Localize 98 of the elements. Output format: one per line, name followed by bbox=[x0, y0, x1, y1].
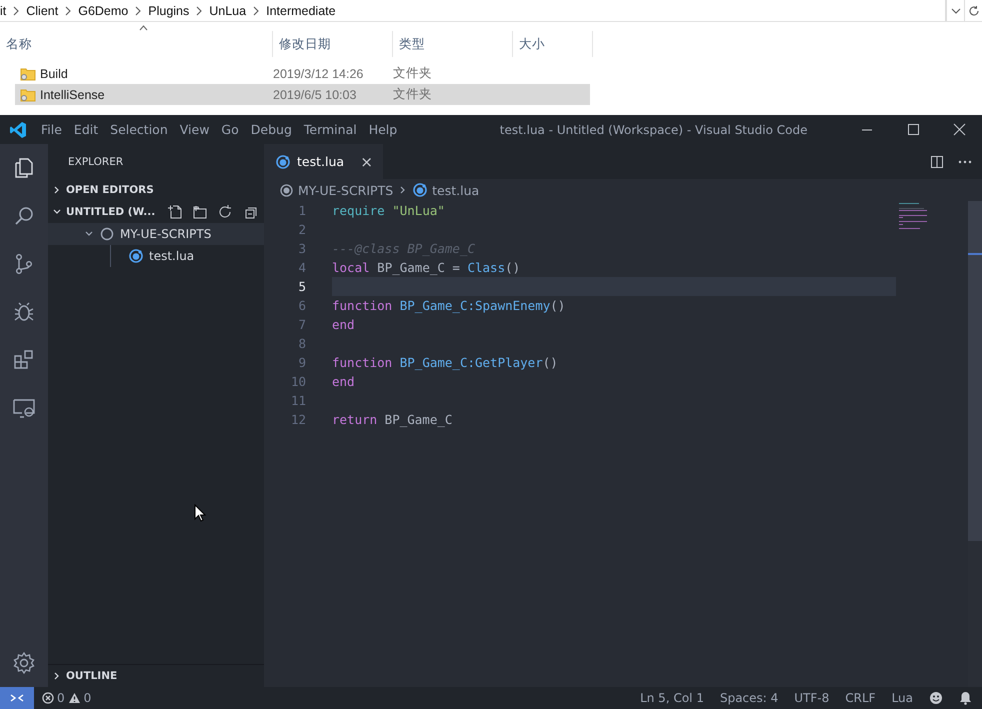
new-folder-icon[interactable] bbox=[192, 204, 208, 220]
line-number: 7 bbox=[297, 317, 307, 332]
new-file-icon[interactable] bbox=[167, 204, 183, 220]
breadcrumb-item[interactable]: MY-UE-SCRIPTS bbox=[298, 182, 394, 198]
close-tab-icon[interactable]: × bbox=[360, 152, 373, 170]
window-title: test.lua - Untitled (Workspace) - Visual Studio Code bbox=[498, 122, 808, 136]
breadcrumb-item[interactable]: test.lua bbox=[432, 182, 480, 198]
problems-button[interactable]: 0 0 bbox=[34, 691, 92, 705]
code-line: local BP_Game_C = Class() bbox=[332, 259, 522, 277]
status-item[interactable]: CRLF bbox=[845, 691, 876, 705]
more-icon[interactable] bbox=[958, 160, 972, 164]
menu-item[interactable]: Selection bbox=[104, 122, 174, 137]
breadcrumb-item[interactable]: G6Demo bbox=[78, 4, 128, 18]
scrollbar-thumb[interactable] bbox=[968, 201, 982, 541]
folder-icon bbox=[20, 88, 36, 102]
breadcrumb-item[interactable]: UnLua bbox=[209, 4, 246, 18]
line-number: 6 bbox=[297, 298, 307, 313]
editor-logo-icon bbox=[8, 120, 26, 138]
column-header[interactable]: 名称 bbox=[0, 31, 273, 57]
sort-caret-icon bbox=[139, 25, 148, 31]
editor-tab[interactable]: test.lua × bbox=[264, 144, 383, 179]
column-header[interactable]: 修改日期 bbox=[273, 31, 393, 57]
code-editor[interactable]: 1 require "UnLua" 2 3 ---@class BP_Game_C 4 local BP_Game_C = Class() 5 6 function BP_Game_C:SpawnEnemy() 7 end 8 9 function BP_Game_C:GetPlayer() 10 end 11 12 return BP_Game_C bbox=[264, 201, 896, 687]
tree-item[interactable]: MY-UE-SCRIPTS bbox=[48, 223, 264, 245]
menu-item[interactable]: Debug bbox=[244, 122, 298, 137]
line-number: 10 bbox=[290, 374, 307, 389]
status-item[interactable]: Ln 5, Col 1 bbox=[640, 691, 704, 705]
line-number: 8 bbox=[297, 336, 307, 351]
line-number: 9 bbox=[297, 355, 307, 370]
target-icon bbox=[280, 184, 293, 196]
chevron-icon bbox=[195, 6, 204, 16]
line-number: 5 bbox=[297, 279, 307, 294]
file-name: IntelliSense bbox=[40, 88, 105, 102]
bell-icon[interactable] bbox=[959, 691, 972, 705]
dropdown-icon[interactable] bbox=[950, 6, 960, 14]
breadcrumb-item[interactable]: Intermediate bbox=[266, 4, 336, 18]
settings-icon[interactable] bbox=[12, 651, 36, 675]
remote-button[interactable] bbox=[0, 687, 34, 709]
breadcrumb-item[interactable]: Plugins bbox=[148, 4, 190, 18]
file-name: Build bbox=[40, 66, 68, 80]
menu-item[interactable]: Terminal bbox=[298, 122, 363, 137]
line-number: 11 bbox=[290, 393, 307, 408]
code-line: end bbox=[332, 373, 356, 391]
code-line: function BP_Game_C:GetPlayer() bbox=[332, 354, 559, 372]
line-number: 1 bbox=[297, 203, 307, 218]
mouse-pointer-icon bbox=[194, 504, 206, 522]
chevron-icon bbox=[64, 6, 72, 16]
smiley-icon[interactable] bbox=[929, 691, 943, 705]
menu-item[interactable]: File bbox=[35, 122, 68, 137]
breadcrumb-item[interactable]: Client bbox=[26, 4, 58, 18]
column-header[interactable]: 大小 bbox=[513, 31, 593, 57]
tree-item[interactable]: test.lua bbox=[48, 245, 264, 267]
menu-item[interactable]: Go bbox=[215, 122, 245, 137]
type-cell-text: 文件夹 bbox=[393, 86, 433, 103]
lua-file-icon bbox=[413, 183, 428, 197]
refresh-icon[interactable] bbox=[217, 204, 233, 220]
lua-file-icon bbox=[276, 154, 290, 168]
circle-icon bbox=[100, 227, 114, 241]
section-title: UNTITLED (W... bbox=[66, 206, 156, 218]
date-cell-text: 2019/6/5 10:03 bbox=[273, 88, 358, 102]
file-row[interactable]: Build 2019/3/12 14:26 文件夹 bbox=[15, 63, 590, 84]
section-header[interactable]: OUTLINE bbox=[48, 665, 264, 687]
menu-item[interactable]: Help bbox=[362, 122, 404, 137]
status-item[interactable]: UTF-8 bbox=[794, 691, 830, 705]
date-cell-text: 2019/3/12 14:26 bbox=[273, 66, 364, 80]
warning-icon bbox=[68, 692, 81, 704]
file-row[interactable]: IntelliSense 2019/6/5 10:03 文件夹 bbox=[15, 84, 590, 105]
line-number: 3 bbox=[297, 241, 307, 256]
line-number: 2 bbox=[297, 222, 307, 237]
split-editor-icon[interactable] bbox=[930, 154, 944, 168]
section-title: OUTLINE bbox=[66, 670, 118, 682]
code-line: function BP_Game_C:SpawnEnemy() bbox=[332, 297, 566, 315]
chevron-icon bbox=[252, 6, 260, 16]
code-line: require "UnLua" bbox=[332, 202, 446, 220]
code-line: end bbox=[332, 316, 356, 334]
column-header[interactable]: 类型 bbox=[393, 31, 513, 57]
section-title: OPEN EDITORS bbox=[66, 184, 154, 196]
status-item[interactable]: Spaces: 4 bbox=[720, 691, 778, 705]
section-header[interactable]: OPEN EDITORS bbox=[48, 179, 264, 201]
section-header[interactable]: UNTITLED (W... bbox=[48, 201, 264, 223]
line-number: 4 bbox=[297, 260, 307, 275]
folder-icon bbox=[20, 66, 36, 80]
refresh-icon[interactable] bbox=[968, 4, 980, 16]
code-line: return BP_Game_C bbox=[332, 411, 454, 429]
code-line: ---@class BP_Game_C bbox=[332, 240, 476, 258]
type-cell-text: 文件夹 bbox=[393, 65, 433, 82]
sidebar-title: EXPLORER bbox=[68, 156, 124, 168]
remote-icon bbox=[10, 692, 24, 704]
menu-item[interactable]: View bbox=[174, 122, 216, 137]
chevron-icon bbox=[134, 6, 142, 16]
menu-item[interactable]: Edit bbox=[68, 122, 104, 137]
minimap bbox=[896, 201, 928, 231]
breadcrumb-item[interactable]: it bbox=[0, 4, 6, 18]
status-item[interactable]: Lua bbox=[892, 691, 913, 705]
chevron-icon bbox=[12, 6, 20, 16]
error-icon bbox=[42, 692, 54, 704]
lua-file-icon bbox=[129, 249, 143, 263]
line-number: 12 bbox=[290, 412, 307, 427]
